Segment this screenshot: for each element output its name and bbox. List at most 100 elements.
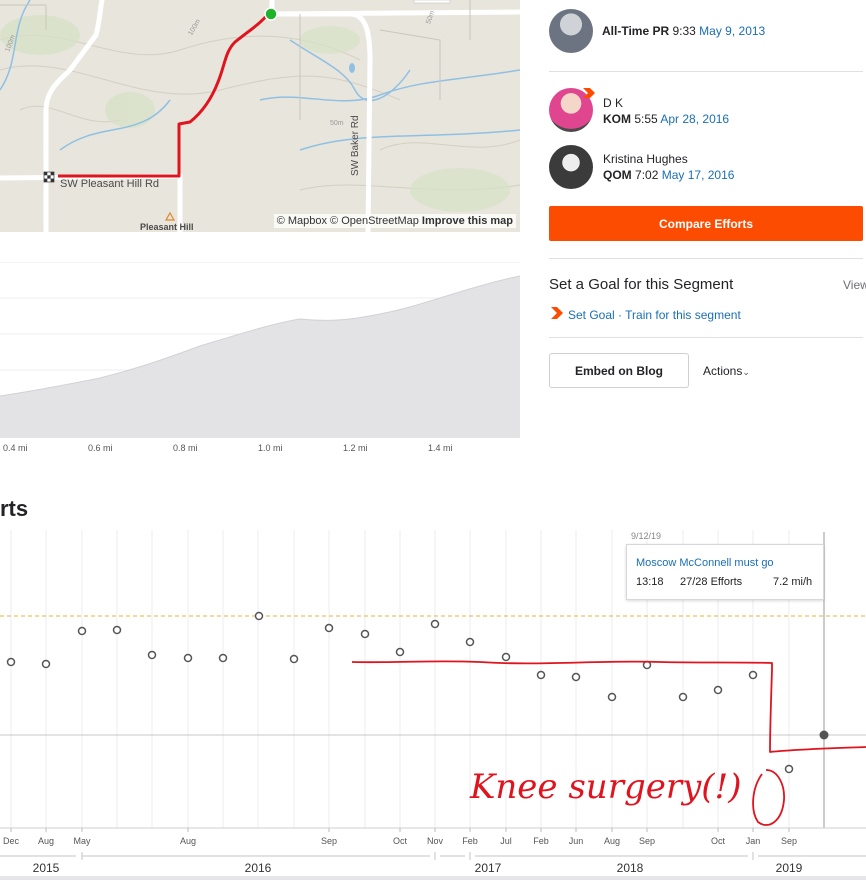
kom-row: KOM 5:55 Apr 28, 2016	[603, 112, 729, 126]
tooltip-rank: 27/28 Efforts	[680, 576, 743, 588]
pr-date-link[interactable]: May 9, 2013	[699, 24, 765, 38]
elevation-profile[interactable]	[0, 262, 520, 438]
qom-time: 7:02	[635, 168, 659, 182]
qom-title: QOM	[603, 168, 632, 182]
year-label: 2018	[616, 861, 644, 875]
effort-point	[289, 654, 299, 664]
effort-point	[254, 611, 264, 621]
effort-point	[571, 672, 581, 682]
actions-button[interactable]: Actions⌄	[703, 364, 750, 378]
map-attribution: © Mapbox © OpenStreetMap Improve this ma…	[273, 214, 516, 228]
month-label: Sep	[638, 836, 656, 846]
kom-name[interactable]: D K	[603, 96, 623, 110]
effort-point	[147, 650, 157, 660]
month-label: May	[73, 836, 91, 846]
tooltip-activity-link[interactable]: Moscow McConnell must go	[636, 557, 774, 569]
divider	[549, 258, 863, 259]
year-brackets	[0, 852, 866, 860]
effort-point	[465, 637, 475, 647]
effort-point	[395, 647, 405, 657]
segment-map[interactable]: SW Pleasant Hill Rd SW Baker Rd Pleasant…	[0, 0, 520, 232]
cursor-date: 9/12/19	[631, 531, 662, 541]
kom-time: 5:55	[634, 112, 658, 126]
divider	[549, 71, 863, 72]
pr-avatar[interactable]	[549, 9, 593, 53]
month-label: Nov	[426, 836, 444, 846]
effort-point	[748, 670, 758, 680]
place-label: Pleasant Hill	[140, 222, 194, 232]
elevation-x-tick: 1.0 mi	[258, 443, 283, 453]
goal-chevron-icon	[551, 307, 563, 319]
effort-point	[607, 692, 617, 702]
effort-point	[713, 685, 723, 695]
month-ticks	[10, 828, 790, 832]
efforts-title: rts	[0, 496, 29, 521]
effort-point	[536, 670, 546, 680]
hand-drawn-circle	[752, 769, 785, 826]
train-link[interactable]: Train for this segment	[625, 308, 741, 322]
qom-name[interactable]: Kristina Hughes	[603, 152, 688, 166]
contour-label: 50m	[330, 120, 344, 127]
elevation-x-tick: 0.4 mi	[3, 443, 28, 453]
elevation-x-tick: 0.8 mi	[173, 443, 198, 453]
improve-map-link[interactable]: Improve this map	[422, 215, 513, 227]
compare-efforts-button[interactable]: Compare Efforts	[549, 206, 863, 241]
month-label: Dec	[2, 836, 20, 846]
effort-tooltip: Moscow McConnell must go 13:18 27/28 Eff…	[626, 544, 824, 600]
goal-link-separator: ·	[618, 308, 623, 322]
map-canvas	[0, 0, 520, 232]
set-goal-link[interactable]: Set Goal	[568, 308, 615, 322]
elevation-area	[0, 276, 520, 438]
qom-avatar[interactable]	[549, 145, 593, 189]
effort-point	[218, 653, 228, 663]
goal-title: Set a Goal for this Segment	[549, 276, 734, 293]
embed-on-blog-button[interactable]: Embed on Blog	[549, 353, 689, 388]
tooltip-speed: 7.2 mi/h	[773, 576, 813, 588]
elevation-x-tick: 1.2 mi	[343, 443, 368, 453]
year-label: 2017	[474, 861, 502, 875]
pr-title: All-Time PR	[602, 24, 670, 38]
page-bottom-edge	[0, 876, 866, 880]
month-label: Oct	[710, 836, 726, 846]
kom-crown-icon	[583, 88, 595, 98]
goal-links: Set Goal · Train for this segment	[568, 308, 741, 322]
elevation-x-tick: 1.4 mi	[428, 443, 453, 453]
start-marker	[264, 7, 278, 21]
month-label: Aug	[603, 836, 621, 846]
attribution-text: © Mapbox © OpenStreetMap	[276, 215, 419, 227]
month-label: Feb	[462, 836, 478, 846]
month-label: Sep	[320, 836, 338, 846]
month-label: Jan	[745, 836, 761, 846]
qom-row: QOM 7:02 May 17, 2016	[603, 168, 734, 182]
month-label: Aug	[179, 836, 197, 846]
effort-point	[324, 623, 334, 633]
selected-effort-point	[819, 730, 829, 740]
divider	[549, 337, 863, 338]
year-label: 2016	[244, 861, 272, 875]
tooltip-time: 13:18	[636, 576, 664, 588]
effort-point	[678, 692, 688, 702]
effort-point	[6, 657, 16, 667]
pr-row: All-Time PR 9:33 May 9, 2013	[602, 24, 765, 38]
effort-point	[784, 764, 794, 774]
chevron-down-icon: ⌄	[742, 367, 750, 377]
month-label: Jul	[500, 836, 512, 846]
month-label: Oct	[392, 836, 408, 846]
month-label: Feb	[533, 836, 549, 846]
effort-point	[41, 659, 51, 669]
pr-time: 9:33	[672, 24, 696, 38]
month-label: Aug	[37, 836, 55, 846]
qom-date-link[interactable]: May 17, 2016	[662, 168, 735, 182]
elevation-x-tick: 0.6 mi	[88, 443, 113, 453]
road-label-pleasant-hill: SW Pleasant Hill Rd	[60, 178, 160, 190]
year-label: 2015	[32, 861, 60, 875]
actions-label: Actions	[703, 364, 743, 378]
view-link[interactable]: View	[843, 278, 866, 292]
effort-point	[77, 626, 87, 636]
effort-point	[430, 619, 440, 629]
effort-point	[501, 652, 511, 662]
month-label: Jun	[568, 836, 584, 846]
road-label-baker: SW Baker Rd	[350, 115, 361, 176]
kom-date-link[interactable]: Apr 28, 2016	[660, 112, 729, 126]
effort-point	[112, 625, 122, 635]
